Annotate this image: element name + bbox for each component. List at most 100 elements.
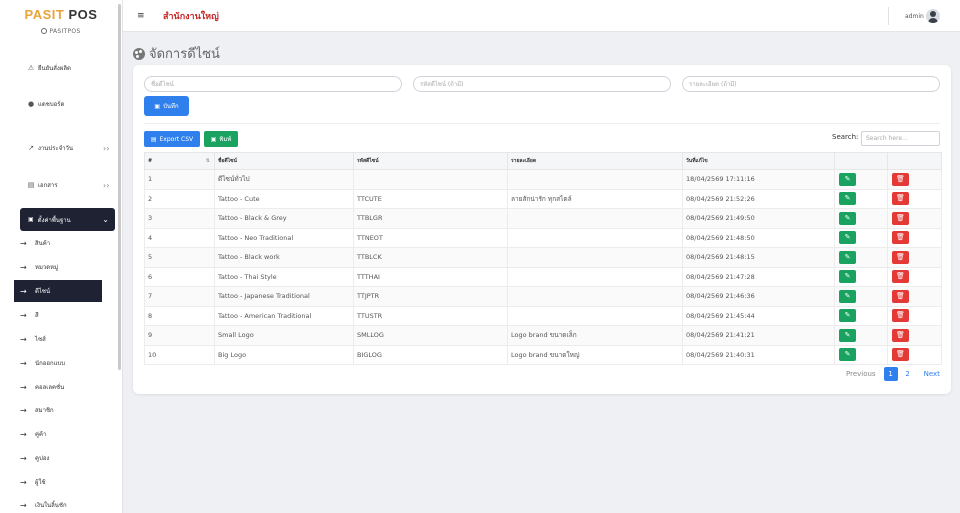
table-row: 7 Tattoo - Japanese Traditional TTJPTR 08/0… [144, 286, 942, 307]
export-csv-button[interactable]: ▤ Export CSV [144, 131, 200, 147]
sidebar-sub-members[interactable]: → สมาชิก [20, 405, 54, 415]
design-code-input[interactable] [413, 76, 671, 92]
pagination-previous[interactable]: Previous [846, 370, 876, 378]
cell-name: Tattoo - Thai Style [214, 266, 354, 287]
sidebar-item-confirm-production[interactable]: ⚠ ยืนยันสั่งผลิต [27, 63, 71, 73]
cell-edit: ✎ [834, 227, 888, 248]
sidebar-sub-partners[interactable]: → คู่ค้า [20, 429, 46, 439]
save-button[interactable]: ▣ บันทึก [144, 96, 189, 116]
pagination-page-2[interactable]: 2 [901, 367, 915, 381]
delete-button[interactable]: 🗑 [892, 250, 909, 264]
cell-name: Tattoo - Japanese Traditional [214, 286, 354, 307]
cell-detail [507, 266, 683, 287]
branch-name[interactable]: สำนักงานใหญ่ [163, 9, 219, 23]
edit-button[interactable]: ✎ [839, 250, 856, 264]
col-header-index[interactable]: # ⇅ [144, 152, 215, 170]
col-header-name[interactable]: ชื่อดีไซน์ [214, 152, 354, 170]
search-input[interactable] [861, 131, 940, 146]
sidebar-item-basic-settings[interactable]: ▣ ตั้งค่าพื้นฐาน ⌄ [20, 208, 115, 231]
cell-modified: 08/04/2569 21:52:26 [682, 188, 835, 209]
sidebar-sub-label: สมาชิก [35, 407, 54, 414]
cell-index: 5 [144, 247, 215, 268]
design-detail-input[interactable] [682, 76, 940, 92]
delete-button[interactable]: 🗑 [892, 192, 909, 206]
cell-modified: 08/04/2569 21:49:50 [682, 208, 835, 229]
delete-button[interactable]: 🗑 [892, 309, 909, 323]
printer-icon: ▣ [28, 216, 34, 223]
delete-button[interactable]: 🗑 [892, 231, 909, 245]
sidebar-scrollbar[interactable] [118, 4, 121, 370]
header-divider [888, 7, 889, 25]
avatar[interactable] [926, 9, 940, 23]
cell-edit: ✎ [834, 325, 888, 346]
sidebar-sub-users[interactable]: → ผู้ใช้ [20, 477, 46, 487]
edit-button[interactable]: ✎ [839, 231, 856, 245]
sidebar-sub-sizes[interactable]: → ไซส์ [20, 334, 46, 344]
cell-modified: 08/04/2569 21:45:44 [682, 305, 835, 326]
sidebar-item-daily-work[interactable]: ↗ งานประจำวัน ›› [27, 143, 109, 153]
hamburger-menu-icon[interactable]: ≡ [137, 11, 145, 21]
sidebar-sub-collections[interactable]: → คอลเลคชั่น [20, 382, 64, 392]
warning-icon: ⚠ [27, 64, 35, 72]
print-label: พิมพ์ [219, 136, 232, 143]
pagination-next[interactable]: Next [924, 370, 940, 378]
cell-name: Tattoo - American Traditional [214, 305, 354, 326]
cell-delete: 🗑 [887, 208, 942, 229]
cell-detail: Logo brand ขนาดใหญ่ [507, 344, 683, 365]
sidebar-sub-label: สี [35, 312, 39, 319]
cell-detail [507, 247, 683, 268]
col-header-modified[interactable]: วันที่แก้ไข [682, 152, 835, 170]
cell-name: Big Logo [214, 344, 354, 365]
edit-button[interactable]: ✎ [839, 211, 856, 225]
sidebar-item-documents[interactable]: ▤ เอกสาร ›› [27, 180, 110, 190]
cell-modified: 08/04/2569 21:47:28 [682, 266, 835, 287]
sidebar-sub-label: นักออกแบบ [35, 360, 66, 367]
table-row: 10 Big Logo BIGLOG Logo brand ขนาดใหญ่ 08/04… [144, 344, 942, 365]
delete-button[interactable]: 🗑 [892, 348, 909, 362]
brand-subtitle: PASITPOS [0, 28, 122, 35]
sidebar-sub-products[interactable]: → สินค้า [20, 238, 50, 248]
edit-button[interactable]: ✎ [839, 270, 856, 284]
sidebar-item-label: ยืนยันสั่งผลิต [38, 65, 71, 72]
col-header-detail[interactable]: รายละเอียด [507, 152, 683, 170]
edit-button[interactable]: ✎ [839, 192, 856, 206]
sidebar-sub-categories[interactable]: → หมวดหมู่ [20, 262, 58, 272]
col-header-code[interactable]: รหัสดีไซน์ [353, 152, 508, 170]
cell-detail [507, 305, 683, 326]
sidebar-item-dashboard[interactable]: ● แดชบอร์ด [27, 99, 64, 109]
sidebar: PASIT POS PASITPOS ⚠ ยืนยันสั่งผลิต ● แด… [0, 0, 123, 513]
cell-delete: 🗑 [887, 325, 942, 346]
delete-button[interactable]: 🗑 [892, 270, 909, 284]
table-header-row: # ⇅ ชื่อดีไซน์ รหัสดีไซน์ รายละเอียด วันท… [144, 152, 942, 170]
delete-button[interactable]: 🗑 [892, 211, 909, 225]
edit-button[interactable]: ✎ [839, 172, 856, 186]
edit-button[interactable]: ✎ [839, 348, 856, 362]
cell-modified: 08/04/2569 21:48:50 [682, 227, 835, 248]
edit-button[interactable]: ✎ [839, 289, 856, 303]
delete-button[interactable]: 🗑 [892, 328, 909, 342]
delete-button[interactable]: 🗑 [892, 289, 909, 303]
top-header: ≡ สำนักงานใหญ่ admin [123, 0, 960, 32]
sidebar-sub-designs[interactable]: → ดีไซน์ [14, 280, 102, 302]
pagination-page-1[interactable]: 1 [883, 367, 898, 381]
chevron-right-icon: ›› [103, 143, 110, 153]
cell-code [353, 169, 508, 190]
sidebar-sub-label: หมวดหมู่ [35, 264, 59, 271]
user-name[interactable]: admin [905, 13, 924, 20]
cell-code: TTJPTR [353, 286, 508, 307]
print-button[interactable]: ▣ พิมพ์ [204, 131, 238, 147]
edit-button[interactable]: ✎ [839, 328, 856, 342]
sidebar-sub-coupons[interactable]: → คูปอง [20, 453, 49, 463]
cell-delete: 🗑 [887, 247, 942, 268]
cell-code: TTBLCK [353, 247, 508, 268]
brand-sub-text: PASITPOS [49, 28, 81, 35]
design-name-input[interactable] [144, 76, 402, 92]
col-header-label: # [148, 158, 153, 164]
avatar-head [930, 11, 936, 17]
sidebar-sub-cash-drawer[interactable]: → เงินในลิ้นชัก [20, 500, 67, 510]
sidebar-sub-colors[interactable]: → สี [20, 310, 39, 320]
cell-delete: 🗑 [887, 188, 942, 209]
edit-button[interactable]: ✎ [839, 309, 856, 323]
sidebar-sub-designers[interactable]: → นักออกแบบ [20, 358, 65, 368]
delete-button[interactable]: 🗑 [892, 172, 909, 186]
